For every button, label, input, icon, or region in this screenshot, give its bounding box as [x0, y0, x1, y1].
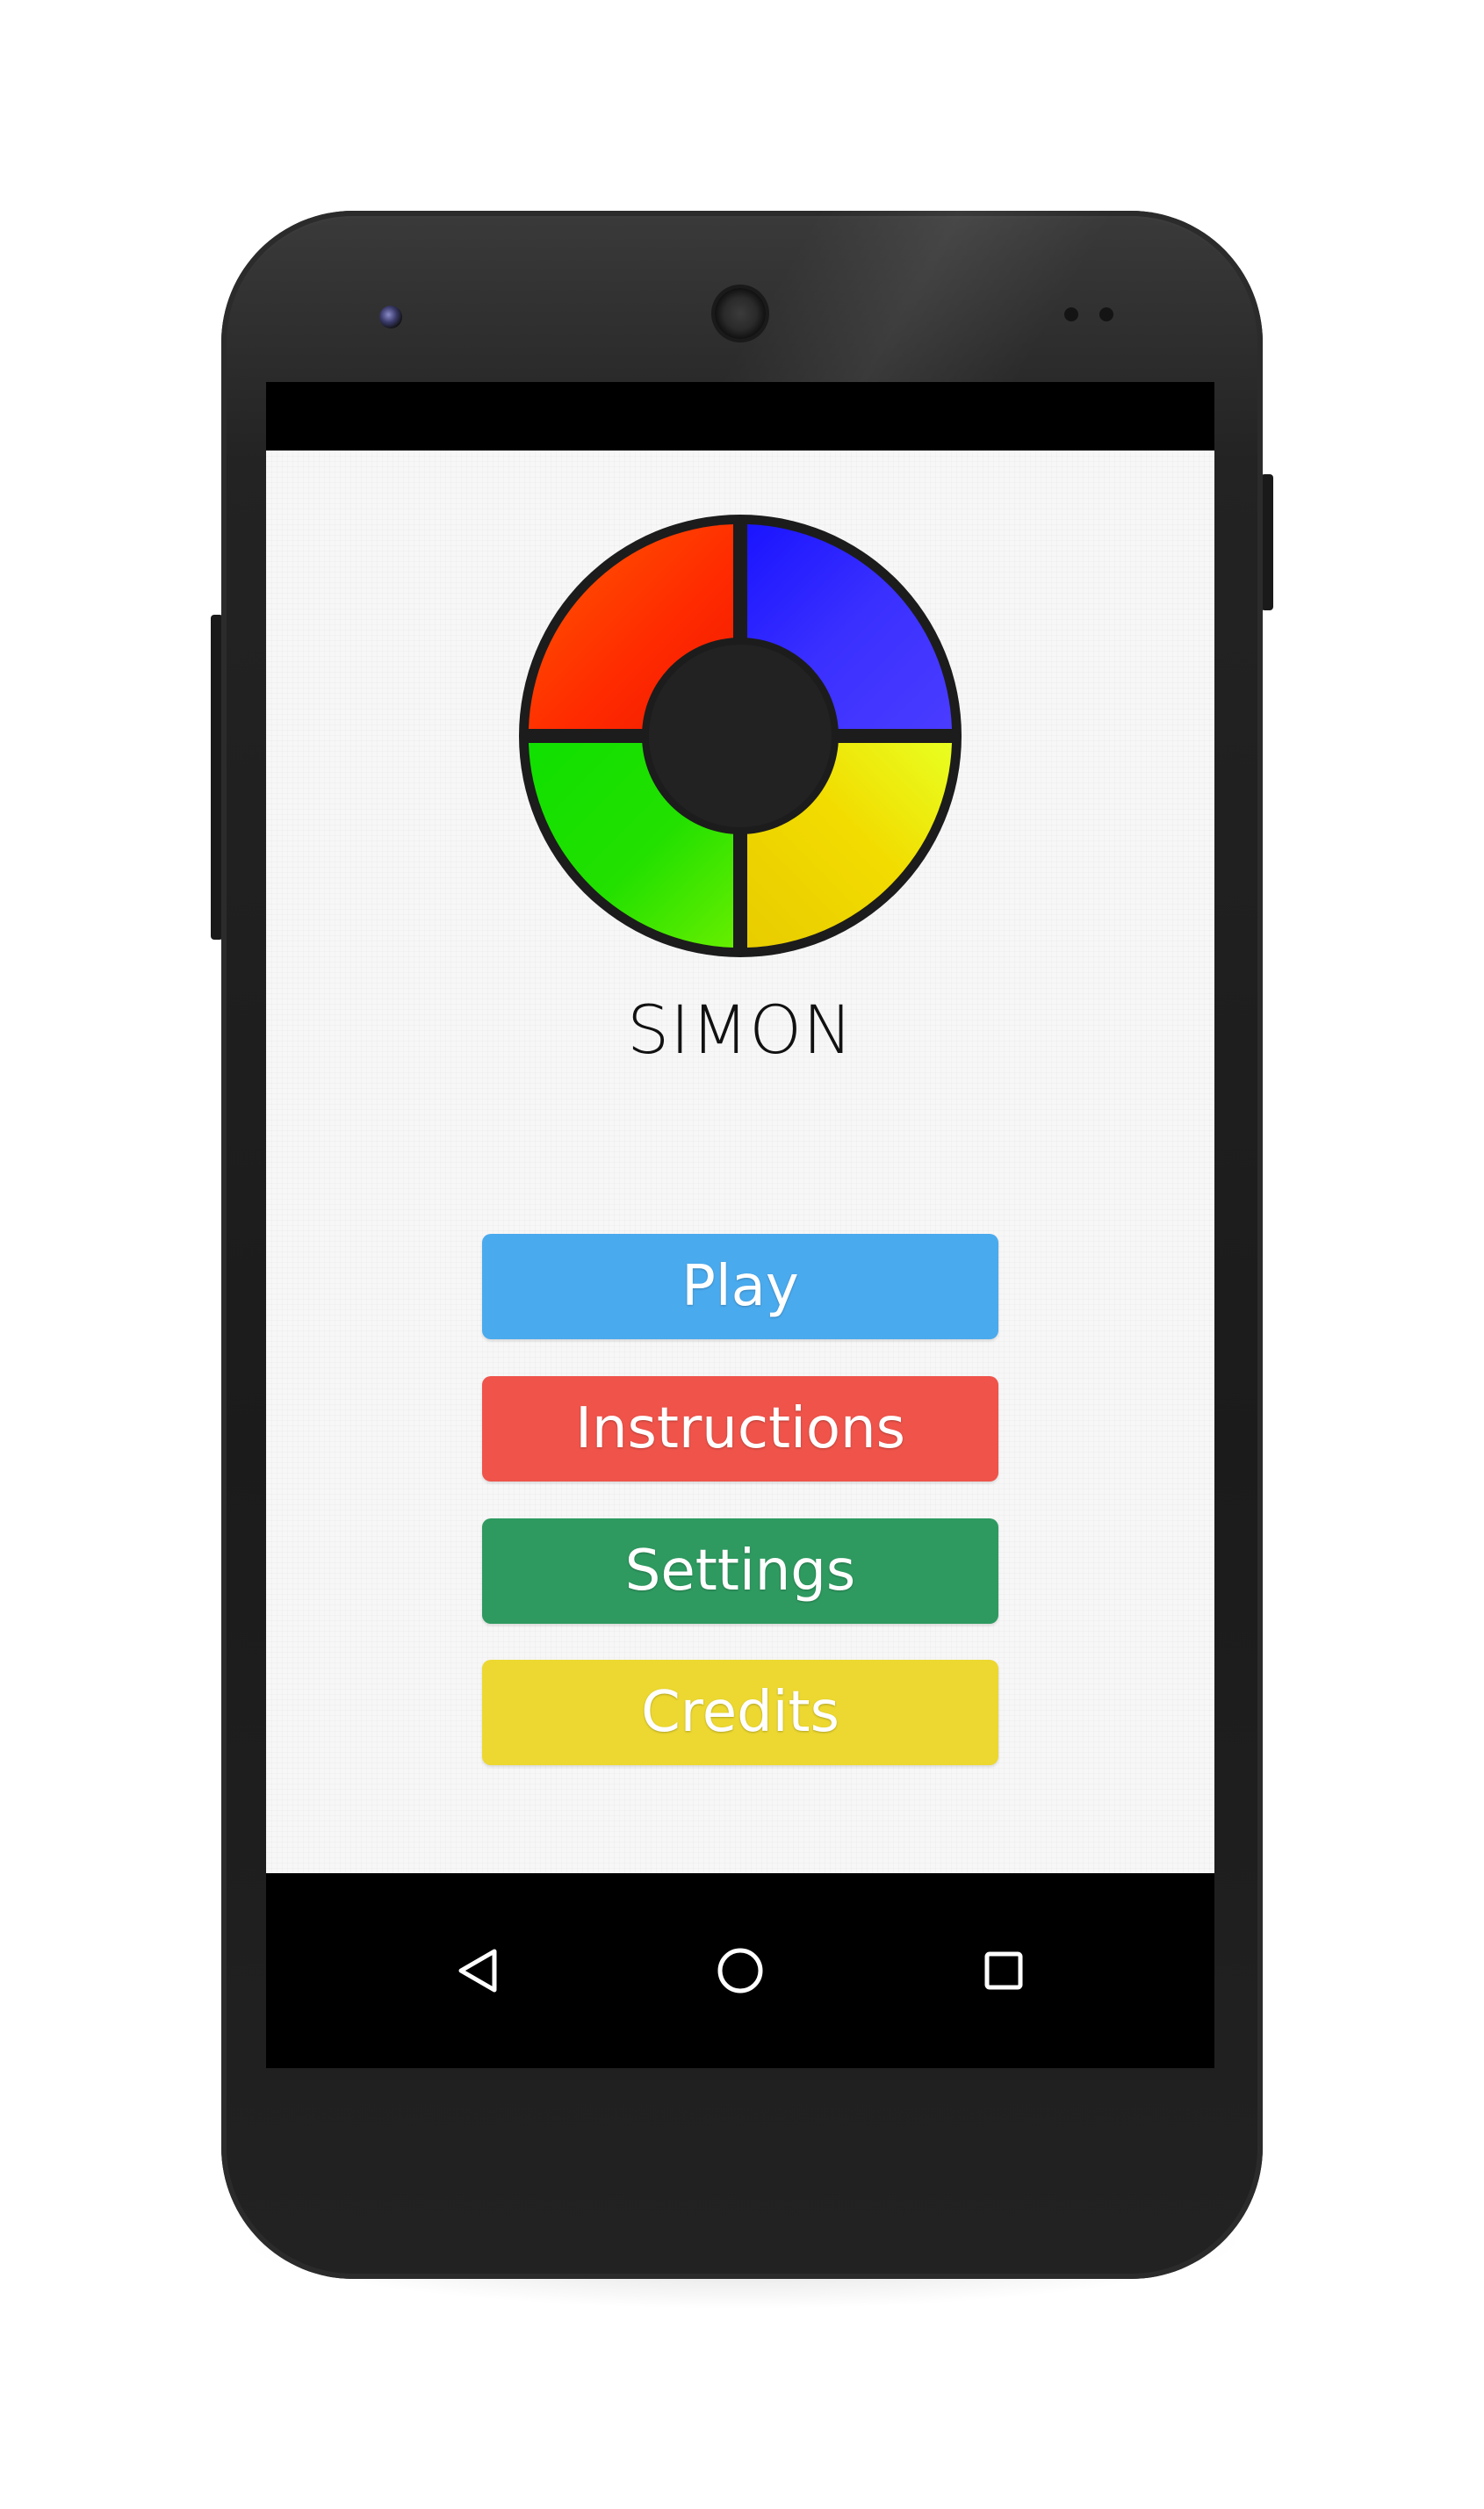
light-sensor-icon	[1099, 307, 1113, 321]
recents-button[interactable]	[973, 1940, 1034, 2001]
recents-square-icon	[984, 1951, 1023, 1990]
proximity-sensor-icon	[1064, 307, 1078, 321]
app-title: SIMON	[627, 991, 854, 1069]
navigation-bar	[266, 1873, 1214, 2068]
phone-screen: SIMON Play Instructions Settings Credits	[266, 382, 1214, 2068]
power-button	[1261, 474, 1273, 610]
earpiece-speaker-icon	[715, 288, 766, 339]
back-triangle-icon	[458, 1949, 497, 1993]
front-camera-icon	[379, 306, 402, 328]
home-button[interactable]	[710, 1940, 771, 2001]
logo-center	[649, 645, 832, 827]
play-button[interactable]: Play	[482, 1234, 998, 1339]
device-mockup: SIMON Play Instructions Settings Credits	[0, 0, 1484, 2509]
home-circle-icon	[717, 1948, 763, 1994]
simon-main-menu: SIMON Play Instructions Settings Credits	[266, 451, 1214, 1873]
credits-button[interactable]: Credits	[482, 1660, 998, 1765]
back-button[interactable]	[448, 1940, 509, 2001]
status-bar	[266, 382, 1214, 451]
simon-logo	[516, 512, 964, 960]
settings-button[interactable]: Settings	[482, 1518, 998, 1624]
simon-logo-graphic	[519, 515, 962, 957]
instructions-button[interactable]: Instructions	[482, 1376, 998, 1482]
